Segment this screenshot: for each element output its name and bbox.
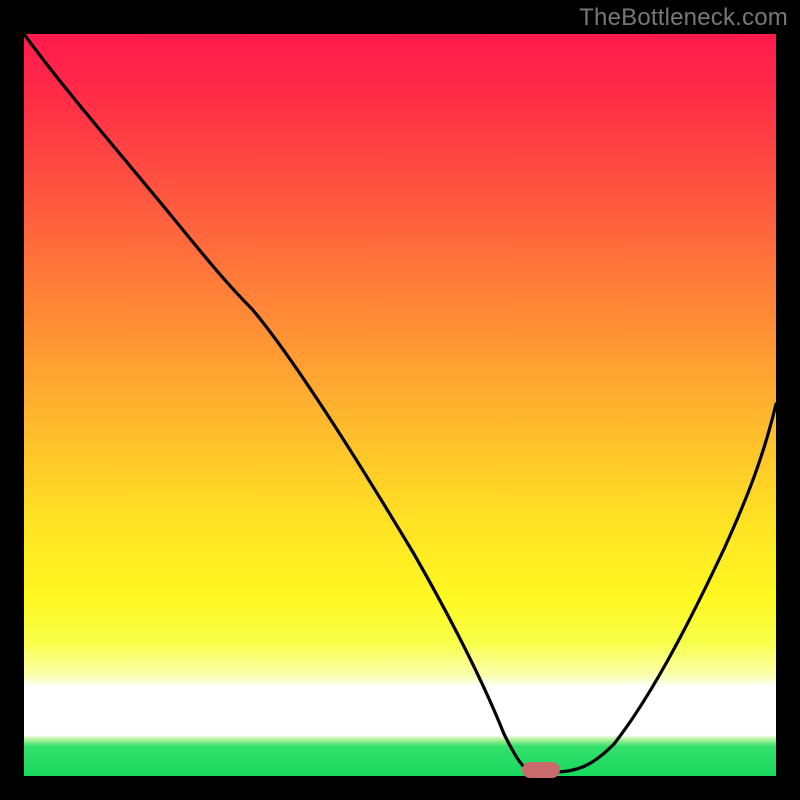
plot-area: [24, 34, 776, 776]
optimal-point-marker: [522, 762, 560, 778]
chart-frame: TheBottleneck.com: [0, 0, 800, 800]
bottleneck-curve: [24, 34, 776, 776]
watermark-text: TheBottleneck.com: [579, 4, 788, 32]
